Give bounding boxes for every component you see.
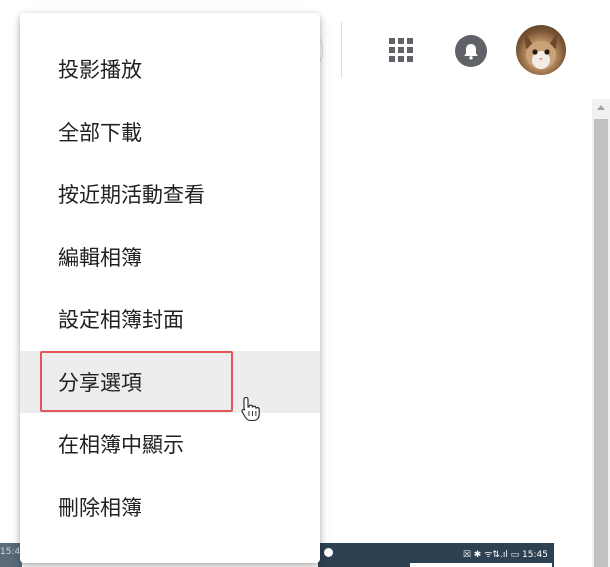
status-dot-icon bbox=[324, 548, 333, 557]
menu-item-label: 按近期活動查看 bbox=[58, 183, 205, 208]
page-scrollbar[interactable] bbox=[592, 99, 610, 567]
menu-item-delete-album[interactable]: 刪除相簿 bbox=[20, 476, 320, 539]
scroll-up-arrow-icon[interactable] bbox=[592, 99, 610, 116]
hand-pointer-cursor-icon bbox=[240, 396, 262, 422]
menu-item-edit-album[interactable]: 編輯相簿 bbox=[20, 226, 320, 289]
menu-item-slideshow[interactable]: 投影播放 bbox=[20, 38, 320, 101]
menu-item-sharing-options[interactable]: 分享選項 bbox=[20, 350, 320, 413]
menu-item-label: 在相簿中顯示 bbox=[58, 433, 184, 458]
menu-item-label: 全部下載 bbox=[58, 120, 142, 145]
menu-item-label: 投影播放 bbox=[58, 58, 142, 83]
thumbnail-time-text: 15:4 bbox=[0, 547, 21, 557]
menu-list: 投影播放 全部下載 按近期活動查看 編輯相簿 設定相簿封面 分享選項 在相簿中顯… bbox=[20, 38, 320, 538]
menu-item-set-album-cover[interactable]: 設定相簿封面 bbox=[20, 288, 320, 351]
thumbnail-content bbox=[410, 563, 552, 567]
menu-item-label: 設定相簿封面 bbox=[58, 308, 184, 333]
photo-thumbnail-right[interactable]: ☒ ✱ ᯤ⇅.ıl ▭ 15:45 bbox=[318, 543, 554, 567]
album-options-menu: 投影播放 全部下載 按近期活動查看 編輯相簿 設定相簿封面 分享選項 在相簿中顯… bbox=[20, 13, 320, 563]
menu-item-label: 刪除相簿 bbox=[58, 495, 142, 520]
highlight-annotation-box bbox=[40, 350, 233, 412]
notifications-bell-icon[interactable] bbox=[455, 35, 487, 67]
header-divider bbox=[341, 22, 342, 78]
scrollbar-thumb[interactable] bbox=[594, 119, 608, 567]
thumbnail-status-bar: ☒ ✱ ᯤ⇅.ıl ▭ 15:45 bbox=[462, 550, 548, 560]
apps-grid-icon[interactable] bbox=[389, 38, 413, 62]
menu-item-label: 編輯相簿 bbox=[58, 245, 142, 270]
menu-item-show-in-album[interactable]: 在相簿中顯示 bbox=[20, 413, 320, 476]
photo-thumbnail-left[interactable]: 15:4 bbox=[0, 543, 22, 567]
account-avatar[interactable] bbox=[516, 25, 566, 75]
menu-item-sort-by-recent-activity[interactable]: 按近期活動查看 bbox=[20, 163, 320, 226]
menu-item-download-all[interactable]: 全部下載 bbox=[20, 101, 320, 164]
